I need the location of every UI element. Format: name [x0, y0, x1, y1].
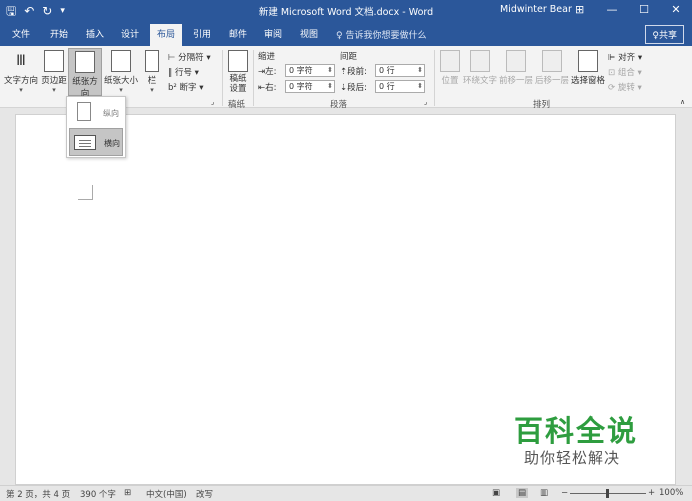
wrap-text-icon — [470, 50, 490, 72]
tab-layout[interactable]: 布局 — [150, 24, 183, 46]
tab-mailings[interactable]: 邮件 — [229, 27, 247, 40]
language-indicator[interactable]: 中文(中国) — [146, 488, 187, 500]
size-button[interactable]: 纸张大小 ▾ — [104, 50, 138, 94]
web-layout-icon[interactable]: ▥ — [540, 488, 548, 498]
overtype-mode[interactable]: 改写 — [196, 488, 213, 500]
indent-left-input[interactable]: 0 字符 — [285, 64, 335, 77]
close-button[interactable]: ✕ — [660, 0, 692, 22]
minimize-button[interactable]: — — [596, 0, 628, 22]
orientation-portrait-item[interactable]: 纵向 — [69, 99, 123, 127]
status-bar: 第 2 页，共 4 页 390 个字 ⊞ 中文(中国) 改写 ▣ ▤ ▥ − +… — [0, 485, 692, 501]
text-direction-button[interactable]: Ⅲ 文字方向 ▾ — [4, 50, 38, 94]
vertical-scrollbar[interactable] — [680, 108, 692, 485]
orientation-button[interactable]: 纸张方向 ▾ — [68, 48, 102, 107]
orientation-icon — [75, 51, 95, 73]
paper-size-icon — [111, 50, 131, 72]
title-bar: 🖫 ↶ ↻ ▾ 新建 Microsoft Word 文档.docx - Word… — [0, 0, 692, 22]
read-mode-icon[interactable]: ▣ — [492, 488, 500, 498]
spacing-header: 间距 — [340, 52, 358, 62]
watermark-title: 百科全说 — [514, 414, 639, 448]
group-icon: ⊡ — [608, 68, 618, 78]
position-button[interactable]: 位置 — [438, 50, 462, 86]
zoom-level[interactable]: 100% — [659, 488, 683, 498]
zoom-out-button[interactable]: − — [561, 488, 568, 498]
selection-pane-button[interactable]: 选择窗格 — [570, 50, 606, 86]
zoom-slider-thumb[interactable] — [606, 489, 609, 498]
ribbon-display-options-icon[interactable]: ⊞ — [575, 3, 584, 16]
window-title: 新建 Microsoft Word 文档.docx - Word — [258, 7, 434, 18]
hyphenation-button[interactable]: b² 断字 ▾ — [168, 81, 204, 93]
paragraph-launcher-icon[interactable]: ⌟ — [424, 98, 427, 106]
draft-paper-icon — [228, 50, 248, 72]
landscape-icon — [74, 135, 96, 150]
rotate-button[interactable]: ⟳ 旋转 ▾ — [608, 81, 642, 93]
collapse-ribbon-icon[interactable]: ∧ — [680, 98, 685, 106]
word-count[interactable]: 390 个字 — [80, 488, 116, 500]
tab-view[interactable]: 视图 — [300, 27, 318, 40]
tab-references[interactable]: 引用 — [193, 27, 211, 40]
portrait-icon — [77, 102, 91, 121]
indent-right-input[interactable]: 0 字符 — [285, 80, 335, 93]
user-name[interactable]: Midwinter Bear — [500, 4, 572, 15]
proofing-icon[interactable]: ⊞ — [124, 488, 131, 498]
page-count[interactable]: 第 2 页，共 4 页 — [6, 488, 70, 500]
spacing-before-label: ⇡段前: — [340, 67, 367, 77]
breaks-button[interactable]: ⊢ 分隔符 ▾ — [168, 51, 211, 63]
bring-forward-button[interactable]: 前移一层 — [498, 50, 534, 86]
margin-corner-mark — [78, 185, 93, 200]
text-direction-icon: Ⅲ — [16, 53, 26, 69]
send-backward-icon — [542, 50, 562, 72]
line-numbers-button[interactable]: ‖ 行号 ▾ — [168, 66, 199, 78]
bring-forward-icon — [506, 50, 526, 72]
position-icon — [440, 50, 460, 72]
line-numbers-icon: ‖ — [168, 68, 175, 78]
spacing-after-label: ⇣段后: — [340, 83, 367, 93]
tab-home[interactable]: 开始 — [50, 27, 68, 40]
ribbon-tabs: 文件 开始 插入 设计 布局 引用 邮件 审阅 视图 ♀ 告诉我你想要做什么 ♀… — [0, 22, 692, 46]
tab-review[interactable]: 审阅 — [264, 27, 282, 40]
orientation-landscape-item[interactable]: 横向 — [69, 128, 123, 156]
tell-me-search[interactable]: ♀ 告诉我你想要做什么 — [336, 28, 426, 41]
restore-button[interactable]: ☐ — [628, 0, 660, 22]
draft-settings-button[interactable]: 稿纸设置 — [226, 50, 250, 94]
margins-button[interactable]: 页边距 ▾ — [40, 50, 68, 94]
group-objects-button[interactable]: ⊡ 组合 ▾ — [608, 66, 642, 78]
margins-icon — [44, 50, 64, 72]
align-button[interactable]: ⊫ 对齐 ▾ — [608, 51, 642, 63]
indent-left-label: ⇥左: — [258, 67, 277, 77]
spacing-before-input[interactable]: 0 行 — [375, 64, 425, 77]
spacing-after-input[interactable]: 0 行 — [375, 80, 425, 93]
zoom-in-button[interactable]: + — [648, 488, 655, 498]
page-setup-launcher-icon[interactable]: ⌟ — [211, 98, 214, 106]
hyphenation-icon: b² — [168, 83, 180, 93]
breaks-icon: ⊢ — [168, 53, 179, 63]
indent-right-label: ⇤右: — [258, 83, 277, 93]
orientation-dropdown: 纵向 横向 — [66, 96, 126, 158]
tab-file[interactable]: 文件 — [12, 27, 30, 40]
wrap-text-button[interactable]: 环绕文字 — [462, 50, 498, 86]
align-icon: ⊫ — [608, 53, 619, 63]
indent-header: 缩进 — [258, 52, 276, 62]
watermark-subtitle: 助你轻松解决 — [524, 449, 621, 467]
tab-design[interactable]: 设计 — [121, 27, 139, 40]
selection-pane-icon — [578, 50, 598, 72]
share-button[interactable]: ♀共享 — [645, 25, 684, 44]
columns-icon — [145, 50, 159, 72]
tab-insert[interactable]: 插入 — [86, 27, 104, 40]
columns-button[interactable]: 栏 ▾ — [144, 50, 160, 94]
rotate-icon: ⟳ — [608, 83, 618, 93]
print-layout-icon[interactable]: ▤ — [516, 488, 529, 498]
send-backward-button[interactable]: 后移一层 — [534, 50, 570, 86]
